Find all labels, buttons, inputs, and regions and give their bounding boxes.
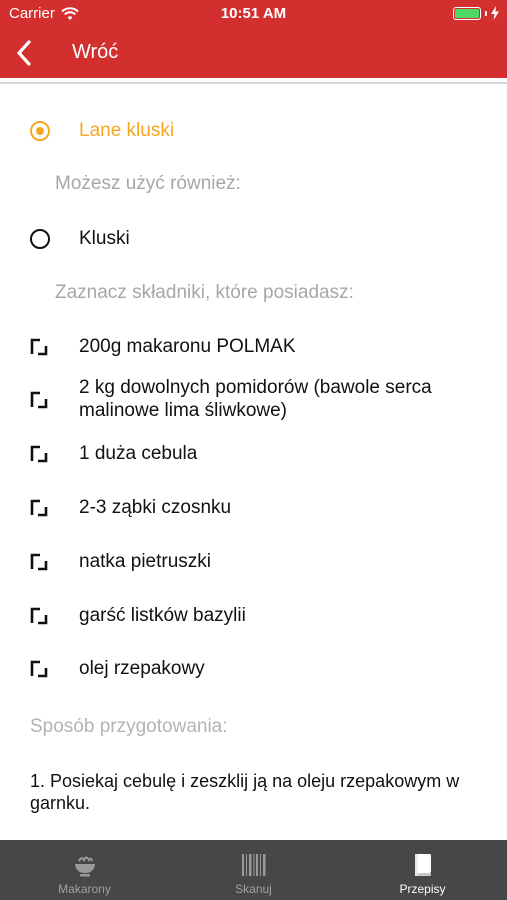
checkbox-icon[interactable]	[30, 445, 48, 463]
checkbox-icon[interactable]	[30, 607, 48, 625]
ingredient-row[interactable]: 2-3 ząbki czosnku	[0, 496, 507, 520]
ingredient-row[interactable]: garść listków bazylii	[0, 604, 507, 628]
checkbox-icon[interactable]	[30, 391, 48, 409]
selected-option-row[interactable]: Lane kluski	[0, 119, 507, 143]
tab-skanuj-label: Skanuj	[235, 882, 272, 896]
chevron-left-icon	[17, 40, 31, 66]
checkbox-icon[interactable]	[30, 553, 48, 571]
pasta-bowl-icon	[74, 856, 95, 877]
book-icon	[414, 854, 431, 876]
back-button[interactable]	[10, 34, 40, 72]
alternative-option-label: Kluski	[79, 228, 130, 249]
ingredient-row[interactable]: 2 kg dowolnych pomidorów (bawole serca m…	[0, 376, 507, 424]
status-bar: Carrier 10:51 AM	[0, 0, 507, 28]
ingredient-row[interactable]: 200g makaronu POLMAK	[0, 335, 507, 359]
ingredient-label: natka pietruszki	[79, 551, 212, 572]
ingredient-label: olej rzepakowy	[79, 658, 205, 679]
battery-indicator	[453, 6, 499, 20]
ingredients-label: Zaznacz składniki, które posiadasz:	[55, 282, 354, 303]
ingredient-label: 1 duża cebula	[79, 443, 198, 464]
radio-unselected-icon[interactable]	[30, 229, 50, 249]
alternative-option-row[interactable]: Kluski	[0, 227, 507, 251]
clock: 10:51 AM	[220, 5, 287, 22]
selected-option-label: Lane kluski	[79, 120, 175, 141]
tab-skanuj[interactable]: Skanuj	[169, 840, 338, 900]
battery-icon	[453, 6, 481, 20]
ingredient-label: 2 kg dowolnych pomidorów (bawole serca m…	[79, 377, 432, 421]
tab-bar: Makarony Skanuj Przepisy	[0, 840, 507, 900]
preparation-label: Sposób przygotowania:	[30, 716, 228, 737]
ingredient-label: garść listków bazylii	[79, 605, 246, 626]
ingredient-row[interactable]: olej rzepakowy	[0, 657, 507, 681]
ingredient-label: 2-3 ząbki czosnku	[79, 497, 232, 518]
checkbox-icon[interactable]	[30, 660, 48, 678]
checkbox-icon[interactable]	[30, 338, 48, 356]
checkbox-icon[interactable]	[30, 499, 48, 517]
tab-makarony[interactable]: Makarony	[0, 840, 169, 900]
preparation-text: 1. Posiekaj cebulę i zeszklij ją na olej…	[30, 771, 460, 813]
ingredient-row[interactable]: 1 duża cebula	[0, 442, 507, 466]
ingredient-row[interactable]: natka pietruszki	[0, 550, 507, 574]
back-label[interactable]: Wróć	[72, 41, 118, 64]
radio-selected-icon[interactable]	[30, 121, 50, 141]
navigation-bar: Wróć	[0, 28, 507, 78]
barcode-icon	[241, 854, 265, 876]
alternatives-label: Możesz użyć również:	[55, 173, 241, 194]
recipe-ingredients-panel: Lane kluski Możesz użyć również: Kluski …	[0, 84, 507, 840]
tab-makarony-label: Makarony	[58, 882, 111, 896]
tab-przepisy-label: Przepisy	[399, 882, 446, 896]
charging-bolt-icon	[491, 6, 499, 20]
tab-przepisy[interactable]: Przepisy	[338, 840, 507, 900]
ingredient-label: 200g makaronu POLMAK	[79, 336, 296, 357]
